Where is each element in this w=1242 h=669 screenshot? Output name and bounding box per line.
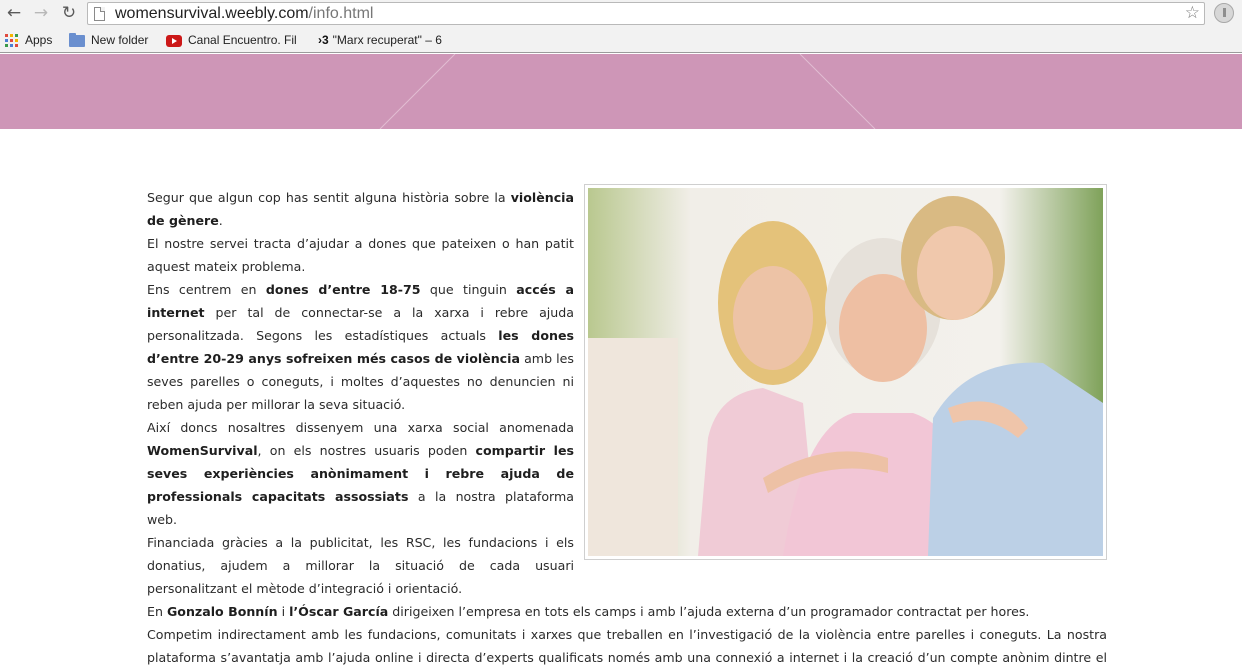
- bookmark-marx-recuperat[interactable]: ›3 "Marx recuperat" – 6: [318, 31, 442, 49]
- youtube-icon: [166, 34, 182, 47]
- bookmark-canal-encuentro[interactable]: Canal Encuentro. Fil: [166, 31, 297, 49]
- reload-icon[interactable]: ↻: [58, 2, 80, 24]
- text-segment: El nostre servei tracta d’ajudar a dones…: [147, 236, 574, 274]
- bookmark-label: "Marx recuperat" – 6: [332, 33, 442, 47]
- text-segment: Ens centrem en: [147, 282, 266, 297]
- bookmark-label: Apps: [25, 33, 53, 47]
- folder-icon: [69, 32, 85, 47]
- text-segment: Financiada gràcies a la publicitat, les …: [147, 535, 574, 596]
- bookmarks-bar: Apps New folder Canal Encuentro. Fil ›3 "…: [0, 27, 1242, 53]
- text-segment: .: [218, 213, 223, 228]
- text-segment: , on els nostres usuaris poden: [257, 443, 476, 458]
- url-text[interactable]: womensurvival.weebly.com/info.html: [115, 4, 373, 24]
- bold-segment: l’Óscar García: [289, 604, 389, 619]
- family-photo: [584, 184, 1107, 560]
- text-segment: dirigeixen l’empresa en tots els camps i…: [388, 604, 1030, 619]
- info-content: Segur que algun cop has sentit alguna hi…: [147, 184, 1107, 669]
- tv3-icon: ›3: [318, 33, 329, 47]
- photo-image: [588, 188, 1103, 556]
- paragraph: En Gonzalo Bonnín i l’Óscar García dirig…: [147, 600, 1107, 623]
- address-bar[interactable]: womensurvival.weebly.com/info.html ☆: [87, 2, 1205, 25]
- url-path: /info.html: [308, 5, 374, 22]
- bold-segment: Gonzalo Bonnín: [166, 604, 278, 619]
- text-segment: Competim indirectament amb les fundacion…: [147, 627, 1107, 665]
- text-segment: Segur que algun cop has sentit alguna hi…: [147, 190, 511, 205]
- bookmark-apps[interactable]: Apps: [5, 31, 52, 49]
- browser-toolbar: ← → ↻ womensurvival.weebly.com/info.html…: [0, 0, 1242, 27]
- header-banner: [0, 54, 1242, 129]
- bookmark-label: New folder: [91, 33, 149, 47]
- bookmark-star-icon[interactable]: ☆: [1185, 3, 1200, 24]
- text-segment: Així doncs nosaltres dissenyem una xarxa…: [147, 420, 574, 435]
- text-segment: que tinguin: [420, 282, 517, 297]
- page-icon: [94, 7, 105, 21]
- apps-grid-icon: [5, 34, 18, 48]
- bookmark-new-folder[interactable]: New folder: [69, 31, 148, 49]
- bookmark-label: Canal Encuentro. Fil: [188, 33, 297, 47]
- forward-arrow-icon[interactable]: →: [30, 2, 52, 24]
- paragraph: Competim indirectament amb les fundacion…: [147, 623, 1107, 669]
- text-segment: i: [277, 604, 290, 619]
- bold-segment: WomenSurvival: [147, 443, 258, 458]
- text-segment: En: [147, 604, 167, 619]
- bold-segment: dones d’entre 18-75: [265, 282, 421, 297]
- extension-icon[interactable]: [1214, 3, 1234, 23]
- back-arrow-icon[interactable]: ←: [3, 2, 25, 24]
- banner-decoration: [379, 54, 876, 129]
- url-host: womensurvival.weebly.com: [115, 5, 309, 22]
